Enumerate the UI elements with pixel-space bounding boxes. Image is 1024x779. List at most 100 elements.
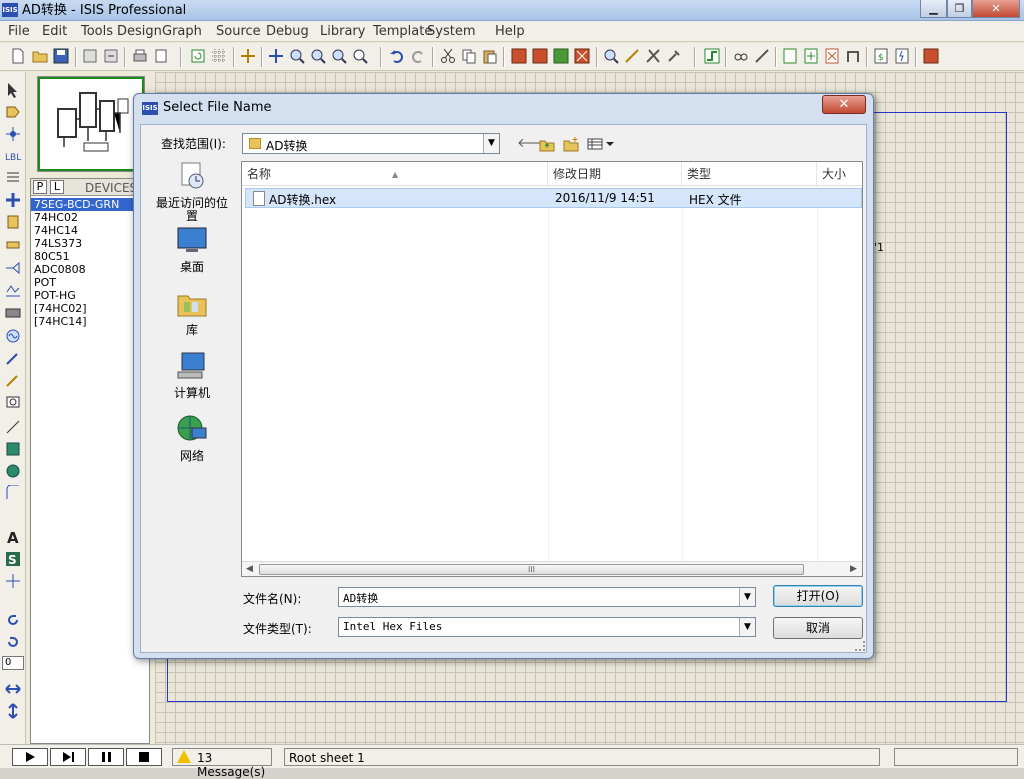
arc-tool-icon[interactable]	[5, 485, 21, 501]
look-in-combo[interactable]: AD转换 ▼	[242, 133, 500, 154]
undo-icon[interactable]	[389, 48, 405, 64]
circle-tool-icon[interactable]	[5, 463, 21, 479]
refresh-icon[interactable]	[190, 48, 206, 64]
block-rotate-icon[interactable]	[553, 48, 569, 64]
menu-source[interactable]: Debug	[266, 24, 309, 39]
zoom-in-icon[interactable]	[289, 48, 305, 64]
wire-label-icon[interactable]: LBL	[5, 148, 21, 164]
origin-icon[interactable]	[240, 48, 256, 64]
menu-design[interactable]: Graph	[162, 24, 202, 39]
messages-indicator[interactable]: 13 Message(s)	[172, 748, 272, 779]
zoom-out-icon[interactable]	[310, 48, 326, 64]
add-sheet-icon[interactable]	[803, 48, 819, 64]
y-mirror-icon[interactable]	[5, 703, 21, 719]
column-size[interactable]: 大小	[817, 162, 862, 186]
device-pins-icon[interactable]	[5, 260, 21, 276]
stop-button[interactable]	[126, 748, 162, 766]
subcircuit-icon[interactable]	[5, 214, 21, 230]
save-icon[interactable]	[53, 48, 69, 64]
export-icon[interactable]	[103, 48, 119, 64]
up-folder-icon[interactable]	[539, 136, 555, 152]
property-tool-icon[interactable]	[754, 48, 770, 64]
menu-debug[interactable]: Library	[320, 24, 365, 39]
packaging-tool-icon[interactable]	[645, 48, 661, 64]
new-folder-icon[interactable]	[563, 136, 579, 152]
column-type[interactable]: 类型	[682, 162, 817, 186]
scroll-right-icon[interactable]: ▶	[850, 564, 857, 574]
tape-recorder-icon[interactable]	[5, 305, 21, 321]
menu-system[interactable]: Help	[495, 24, 525, 39]
view-menu-icon[interactable]	[587, 136, 615, 152]
menu-tools[interactable]: Design	[117, 24, 162, 39]
maximize-icon[interactable]: ❐	[947, 0, 972, 18]
zoom-all-icon[interactable]	[331, 48, 347, 64]
marker-tool-icon[interactable]	[5, 573, 21, 589]
exit-to-parent-icon[interactable]	[845, 48, 861, 64]
column-name[interactable]: 名称 ▲	[242, 162, 548, 186]
cut-icon[interactable]	[440, 48, 456, 64]
place-recent[interactable]: 最近访问的位置	[153, 161, 231, 223]
grid-icon[interactable]	[211, 48, 227, 64]
text-script-icon[interactable]	[5, 170, 21, 186]
place-desktop[interactable]: 桌面	[153, 225, 231, 274]
bill-of-materials-icon[interactable]: $	[873, 48, 889, 64]
device-item[interactable]: POT-HG	[31, 289, 149, 302]
dialog-close-icon[interactable]: ✕	[822, 95, 866, 114]
horizontal-scrollbar[interactable]: ◀ III ▶	[242, 561, 862, 576]
open-folder-icon[interactable]	[32, 48, 48, 64]
device-item[interactable]: 7SEG-BCD-GRN	[31, 198, 149, 211]
menu-view[interactable]: Edit	[42, 24, 67, 39]
menu-edit[interactable]: Tools	[81, 24, 113, 39]
rotate-clockwise-icon[interactable]	[5, 612, 21, 628]
wire-autorouter-icon[interactable]	[704, 48, 720, 64]
junction-dot-icon[interactable]	[5, 126, 21, 142]
copy-icon[interactable]	[461, 48, 477, 64]
electrical-rule-check-icon[interactable]	[894, 48, 910, 64]
pick-devices-tab[interactable]: P	[33, 180, 47, 194]
graph-mode-icon[interactable]	[5, 282, 21, 298]
device-item[interactable]: 74LS373	[31, 237, 149, 250]
dialog-title-bar[interactable]: ISIS Select File Name ✕	[134, 94, 873, 122]
path-tool-icon[interactable]	[5, 507, 21, 523]
print-icon[interactable]	[132, 48, 148, 64]
decompose-icon[interactable]	[666, 48, 682, 64]
voltage-probe-icon[interactable]	[5, 350, 21, 366]
menu-graph[interactable]: Source	[216, 24, 261, 39]
line-tool-icon[interactable]	[5, 419, 21, 435]
play-button[interactable]	[12, 748, 48, 766]
filename-input[interactable]: AD转换 ▼	[338, 587, 756, 607]
symbol-tool-icon[interactable]: S	[5, 551, 21, 567]
pan-icon[interactable]	[268, 48, 284, 64]
block-copy-icon[interactable]	[511, 48, 527, 64]
scroll-left-icon[interactable]: ◀	[246, 564, 253, 574]
generator-icon[interactable]	[5, 328, 21, 344]
library-manager-tab[interactable]: L	[50, 180, 64, 194]
print-area-icon[interactable]	[153, 48, 169, 64]
step-button[interactable]	[50, 748, 86, 766]
selection-mode-icon[interactable]	[5, 82, 21, 98]
back-arrow-icon[interactable]: 🡐	[517, 136, 552, 152]
device-item[interactable]: [74HC02]	[31, 302, 149, 315]
device-item[interactable]: ADC0808	[31, 263, 149, 276]
menu-library[interactable]: Template	[373, 24, 432, 39]
rotation-field[interactable]: 0	[2, 656, 24, 670]
place-libraries[interactable]: 库	[153, 288, 231, 337]
chevron-down-icon[interactable]: ▼	[739, 618, 755, 636]
pick-device-icon[interactable]	[603, 48, 619, 64]
import-icon[interactable]	[82, 48, 98, 64]
current-probe-icon[interactable]	[5, 372, 21, 388]
chevron-down-icon[interactable]: ▼	[483, 134, 499, 153]
component-mode-icon[interactable]	[5, 104, 21, 120]
filetype-select[interactable]: Intel Hex Files ▼	[338, 617, 756, 637]
menu-template[interactable]: System	[427, 24, 475, 39]
place-computer[interactable]: 计算机	[153, 351, 231, 400]
zoom-area-icon[interactable]	[352, 48, 368, 64]
pause-button[interactable]	[88, 748, 124, 766]
box-tool-icon[interactable]	[5, 441, 21, 457]
resize-grip[interactable]	[855, 641, 865, 651]
file-row[interactable]: AD转换.hex 2016/11/9 14:51 HEX 文件	[245, 188, 862, 208]
rotate-anticlockwise-icon[interactable]	[5, 634, 21, 650]
device-item[interactable]: [74HC14]	[31, 315, 149, 328]
scroll-thumb[interactable]: III	[259, 564, 804, 575]
overview-window[interactable]	[37, 76, 145, 172]
